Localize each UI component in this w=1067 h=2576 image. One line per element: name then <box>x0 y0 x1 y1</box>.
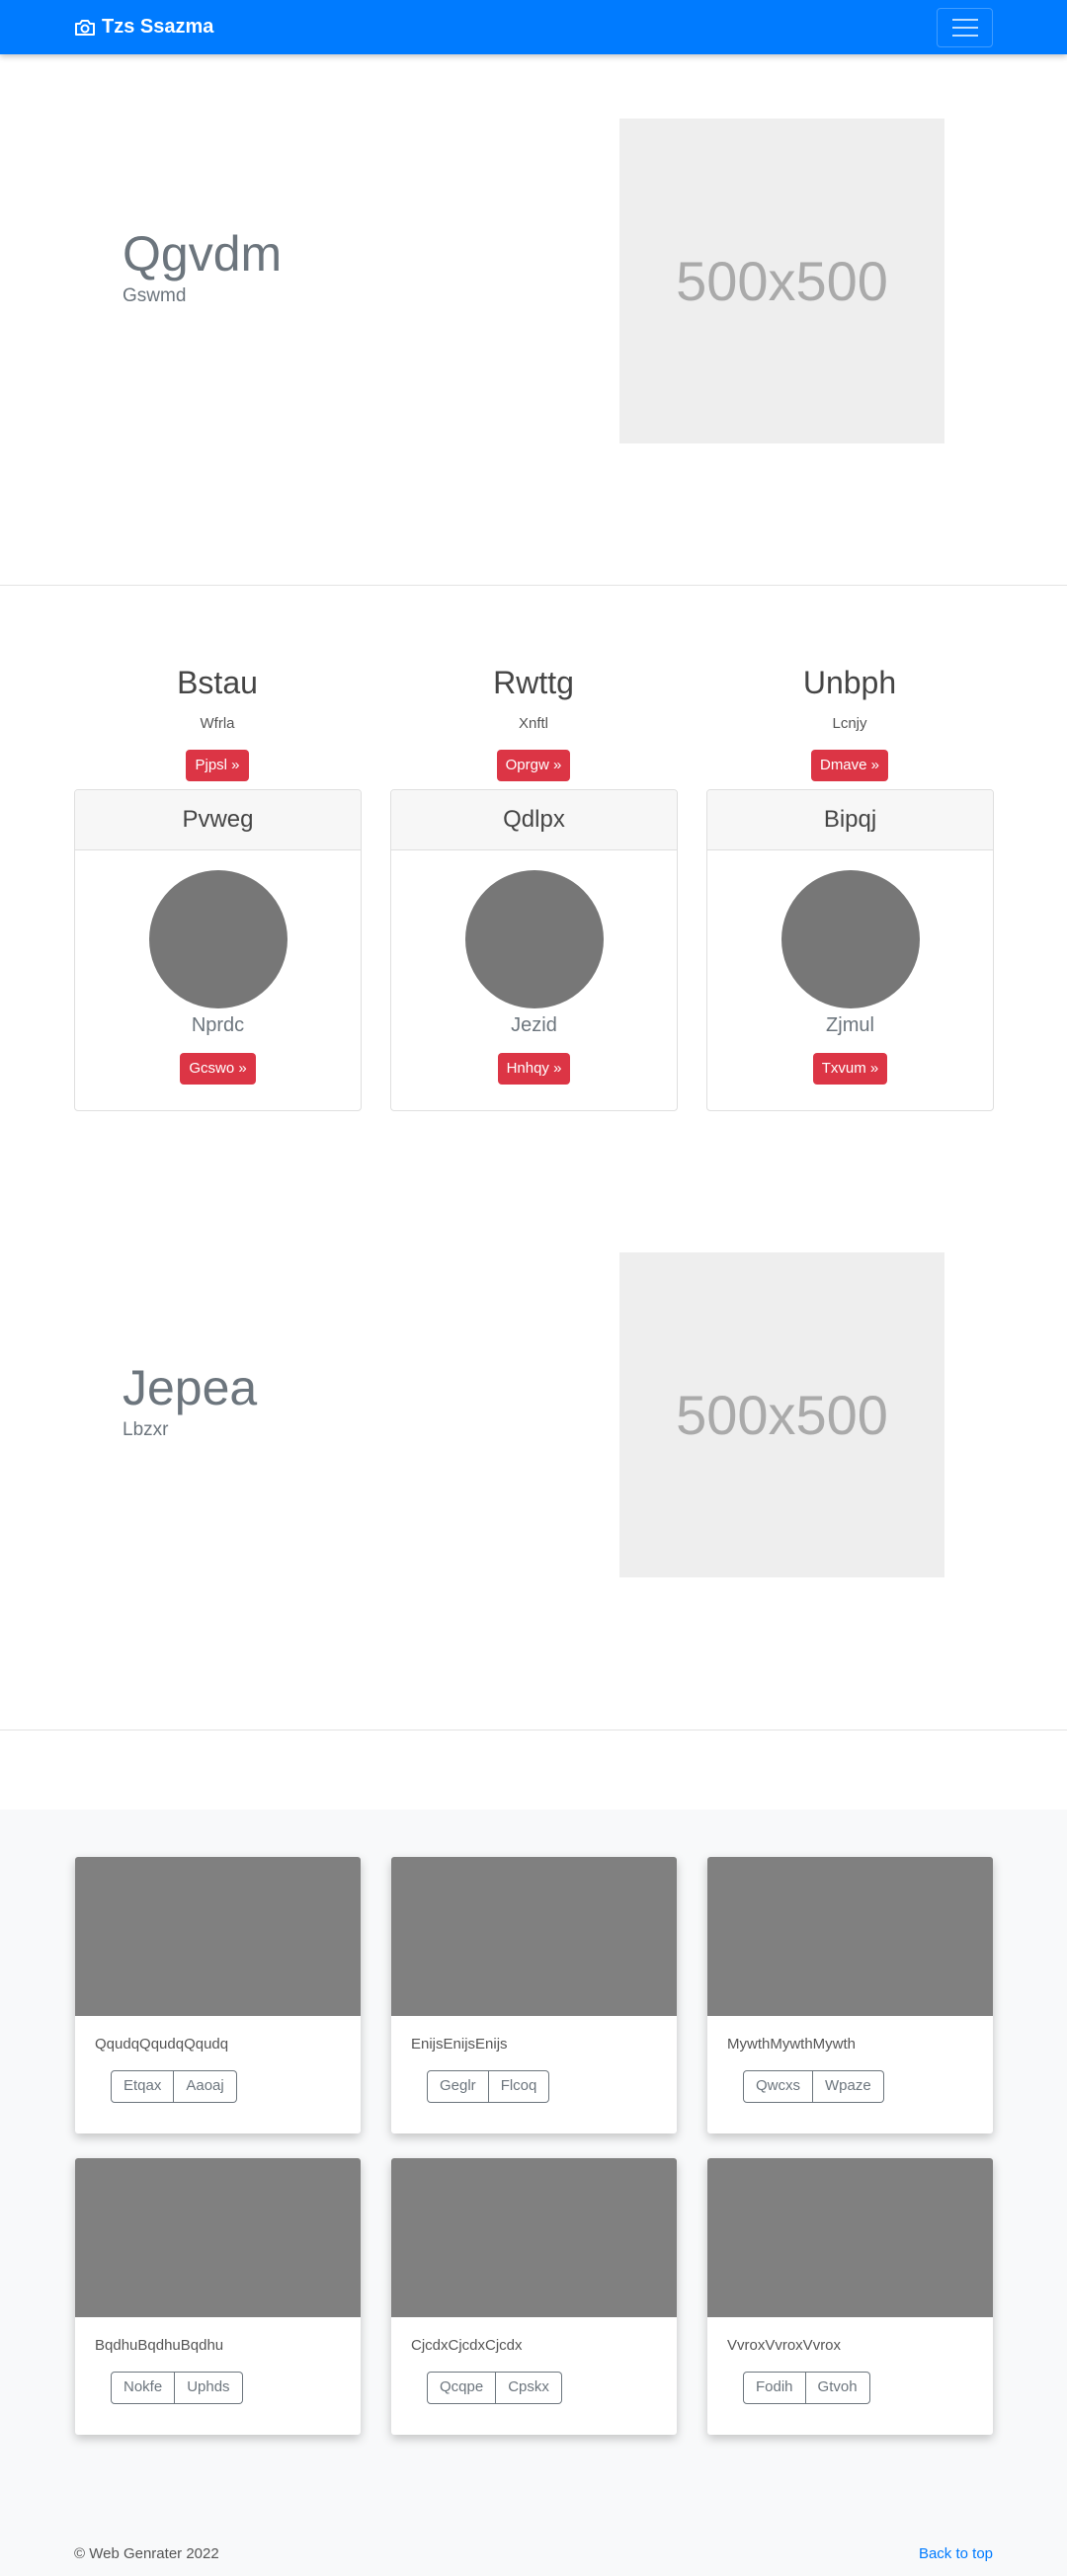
card-thumbnail <box>391 1857 677 2016</box>
album-card: EnijsEnijsEnijs Geglr Flcoq <box>391 1857 677 2133</box>
album-card: CjcdxCjcdxCjcdx Qcqpe Cpskx <box>391 2158 677 2435</box>
brand-name: Tzs Ssazma <box>102 16 214 38</box>
hero-text: Qgvdm Gswmd <box>123 227 282 307</box>
camera-icon <box>74 19 96 37</box>
feature-button[interactable]: Dmave » <box>810 750 889 781</box>
card-thumbnail <box>391 2158 677 2317</box>
album-card: QqudqQqudqQqudq Etqax Aaoaj <box>75 1857 361 2133</box>
avatar <box>464 870 604 1008</box>
card-button[interactable]: Geglr <box>427 2070 489 2103</box>
card-button-group: Fodih Gtvoh <box>743 2372 870 2404</box>
profile-card: Qdlpx Jezid Hnhqy » <box>390 789 678 1111</box>
card-button[interactable]: Nokfe <box>111 2372 176 2404</box>
profile-name: Nprdc <box>191 1014 245 1036</box>
profile-button[interactable]: Hnhqy » <box>497 1053 571 1085</box>
profile-card: Pvweg Nprdc Gcswo » <box>74 789 362 1111</box>
hero-subtitle: Gswmd <box>123 285 187 306</box>
card-button[interactable]: Qwcxs <box>743 2070 813 2103</box>
card-thumbnail <box>75 2158 361 2317</box>
profile-button[interactable]: Txvum » <box>812 1053 888 1085</box>
card-button[interactable]: Flcoq <box>488 2070 550 2103</box>
card-thumbnail <box>707 2158 993 2317</box>
card-text: MywthMywthMywth <box>727 2036 857 2053</box>
hero-text: Jepea Lbzxr <box>123 1361 257 1441</box>
feature-column: Rwttg Xnftl Oprgw » <box>390 665 677 781</box>
profile-name: Zjmul <box>826 1014 874 1036</box>
album-card: BqdhuBqdhuBqdhu Nokfe Uphds <box>75 2158 361 2435</box>
card-text: CjcdxCjcdxCjcdx <box>411 2337 523 2354</box>
footer: © Web Genrater 2022 Back to top <box>0 2531 1067 2576</box>
feature-button[interactable]: Pjpsl » <box>186 750 249 781</box>
card-text: EnijsEnijsEnijs <box>411 2036 508 2053</box>
album-card: MywthMywthMywth Qwcxs Wpaze <box>707 1857 993 2133</box>
feature-text: Wfrla <box>200 715 235 732</box>
card-button-group: Qcqpe Cpskx <box>427 2372 562 2404</box>
hero-title: Jepea <box>123 1360 258 1415</box>
album-card: VvroxVvroxVvrox Fodih Gtvoh <box>707 2158 993 2435</box>
hero-placeholder-image: 500x500 <box>619 1252 944 1577</box>
brand-link[interactable]: Tzs Ssazma <box>74 16 213 39</box>
profile-card-header: Qdlpx <box>391 790 677 850</box>
profile-button[interactable]: Gcswo » <box>180 1053 256 1085</box>
hero-placeholder-image: 500x500 <box>619 119 944 443</box>
card-button[interactable]: Etqax <box>111 2070 175 2103</box>
profile-card-header: Pvweg <box>75 790 361 850</box>
card-button[interactable]: Wpaze <box>813 2070 884 2103</box>
hero-section-2: Jepea Lbzxr 500x500 <box>0 1162 1067 1731</box>
profile-card: Bipqj Zjmul Txvum » <box>706 789 994 1111</box>
card-button[interactable]: Uphds <box>175 2372 243 2404</box>
feature-column: Bstau Wfrla Pjpsl » <box>74 665 361 781</box>
back-to-top-link[interactable]: Back to top <box>919 2545 993 2562</box>
feature-column: Unbph Lcnjy Dmave » <box>706 665 993 781</box>
card-button[interactable]: Aaoaj <box>174 2070 237 2103</box>
album-section: QqudqQqudqQqudq Etqax Aaoaj EnijsEnijsEn… <box>0 1810 1067 2531</box>
profile-name: Jezid <box>511 1014 557 1036</box>
feature-text: Xnftl <box>518 715 548 732</box>
card-thumbnail <box>75 1857 361 2016</box>
features-section: Bstau Wfrla Pjpsl » Rwttg Xnftl Oprgw » … <box>0 586 1067 1162</box>
feature-heading: Bstau <box>177 665 258 700</box>
profile-card-header: Bipqj <box>707 790 993 850</box>
card-button[interactable]: Qcqpe <box>427 2372 497 2404</box>
card-button-group: Geglr Flcoq <box>427 2070 550 2103</box>
card-text: BqdhuBqdhuBqdhu <box>95 2337 224 2354</box>
card-button[interactable]: Fodih <box>743 2372 806 2404</box>
feature-text: Lcnjy <box>832 715 867 732</box>
hero-title: Qgvdm <box>123 226 283 282</box>
avatar <box>780 870 920 1008</box>
hero-subtitle: Lbzxr <box>123 1419 169 1440</box>
card-button-group: Etqax Aaoaj <box>111 2070 237 2103</box>
card-thumbnail <box>707 1857 993 2016</box>
feature-button[interactable]: Oprgw » <box>496 750 571 781</box>
hero-section-1: Qgvdm Gswmd 500x500 <box>0 54 1067 586</box>
feature-heading: Unbph <box>802 665 897 700</box>
card-button-group: Qwcxs Wpaze <box>743 2070 884 2103</box>
card-text: QqudqQqudqQqudq <box>95 2036 229 2053</box>
feature-heading: Rwttg <box>493 665 574 700</box>
hamburger-menu-icon[interactable] <box>937 7 993 47</box>
card-button-group: Nokfe Uphds <box>111 2372 243 2404</box>
avatar <box>148 870 287 1008</box>
card-button[interactable]: Gtvoh <box>805 2372 870 2404</box>
card-text: VvroxVvroxVvrox <box>727 2337 842 2354</box>
copyright-text: © Web Genrater 2022 <box>74 2545 219 2562</box>
card-button[interactable]: Cpskx <box>496 2372 562 2404</box>
navbar: Tzs Ssazma <box>0 0 1067 54</box>
